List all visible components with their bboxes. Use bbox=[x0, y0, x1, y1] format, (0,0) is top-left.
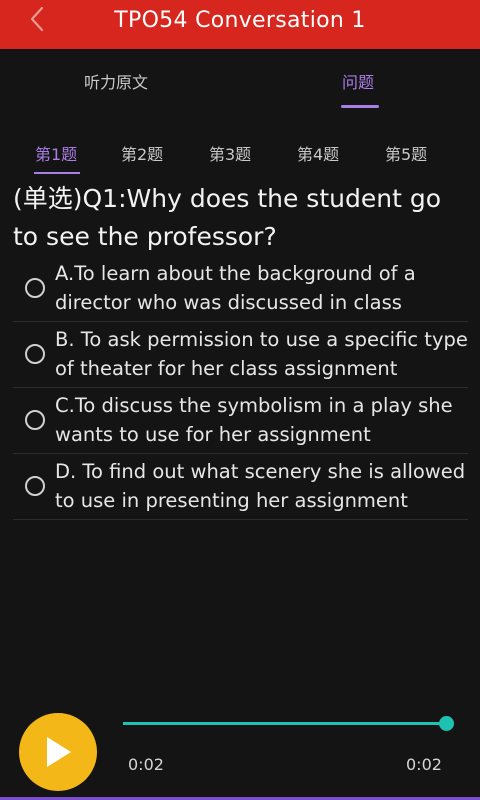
option-text: A.To learn about the background of a dir… bbox=[55, 262, 416, 314]
question-tab-bar: 第1题 第2题 第3题 第4题 第5题 bbox=[0, 141, 480, 174]
current-time: 0:02 bbox=[128, 755, 164, 774]
option-d[interactable]: D. To find out what scenery she is allow… bbox=[13, 454, 468, 520]
progress-slider[interactable] bbox=[123, 716, 454, 731]
app-header: TPO54 Conversation 1 bbox=[0, 0, 480, 49]
option-a[interactable]: A.To learn about the background of a dir… bbox=[13, 256, 468, 322]
question-tab-2[interactable]: 第2题 bbox=[121, 141, 163, 165]
play-icon bbox=[47, 737, 71, 767]
option-b[interactable]: B. To ask permission to use a specific t… bbox=[13, 322, 468, 388]
radio-circle-icon[interactable] bbox=[25, 476, 45, 496]
chevron-left-icon bbox=[30, 6, 44, 32]
option-c[interactable]: C.To discuss the symbolism in a play she… bbox=[13, 388, 468, 454]
answer-options: A.To learn about the background of a dir… bbox=[13, 256, 468, 520]
question-tab-3[interactable]: 第3题 bbox=[209, 141, 251, 165]
option-text: C.To discuss the symbolism in a play she… bbox=[55, 394, 453, 446]
tab-transcript[interactable]: 听力原文 bbox=[84, 69, 148, 93]
radio-circle-icon[interactable] bbox=[25, 278, 45, 298]
back-button[interactable] bbox=[22, 4, 52, 34]
question-tab-4[interactable]: 第4题 bbox=[297, 141, 339, 165]
option-text: D. To find out what scenery she is allow… bbox=[55, 460, 466, 512]
progress-thumb[interactable] bbox=[439, 716, 454, 731]
question-tab-5[interactable]: 第5题 bbox=[385, 141, 427, 165]
radio-circle-icon[interactable] bbox=[25, 344, 45, 364]
page-title: TPO54 Conversation 1 bbox=[114, 8, 366, 33]
question-tab-1[interactable]: 第1题 bbox=[35, 141, 77, 165]
total-time: 0:02 bbox=[406, 755, 442, 774]
top-tab-bar: 听力原文 问题 bbox=[0, 49, 480, 111]
question-text: (单选)Q1:Why does the student go to see th… bbox=[13, 184, 441, 251]
play-button[interactable] bbox=[19, 713, 97, 791]
active-tab-indicator bbox=[341, 105, 379, 108]
active-question-indicator bbox=[34, 172, 80, 174]
radio-circle-icon[interactable] bbox=[25, 410, 45, 430]
tab-questions[interactable]: 问题 bbox=[342, 69, 374, 93]
option-text: B. To ask permission to use a specific t… bbox=[55, 328, 468, 380]
audio-player: 0:02 0:02 bbox=[0, 700, 480, 800]
progress-fill bbox=[123, 722, 447, 725]
